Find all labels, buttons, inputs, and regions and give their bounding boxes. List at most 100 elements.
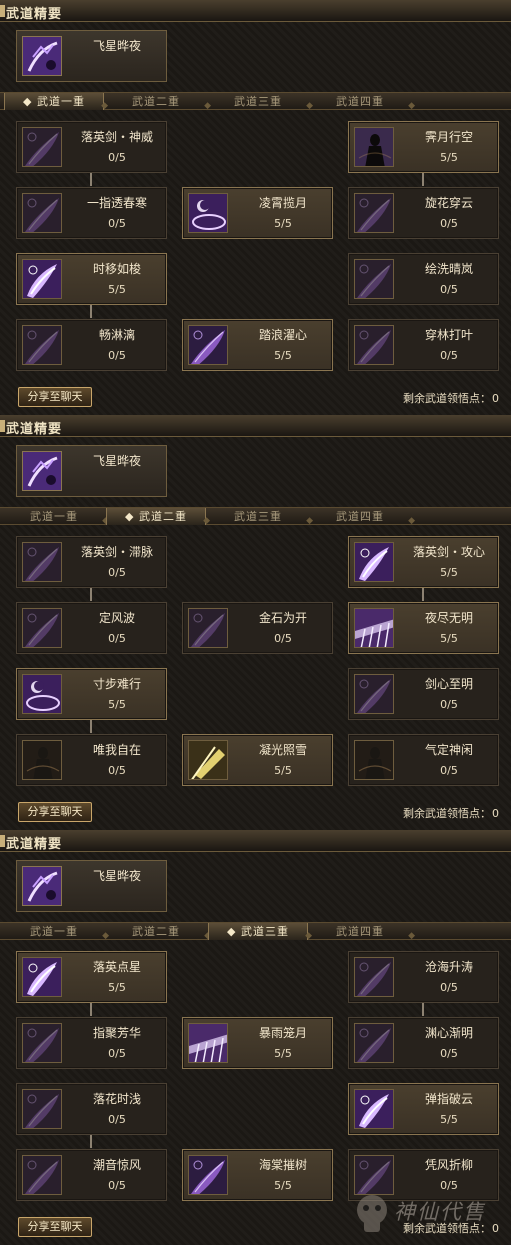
- tab-label: 武道一重: [36, 95, 85, 108]
- golden-light-icon: [188, 740, 228, 780]
- core-skill-card[interactable]: 飞星晔夜: [16, 30, 167, 82]
- skill-name: 凝光照雪: [258, 743, 307, 757]
- skill-card[interactable]: 穿林打叶 0/5: [348, 319, 499, 371]
- skill-level: 5/5: [108, 283, 126, 296]
- sword-slash-icon: [22, 127, 62, 167]
- skill-level: 0/5: [108, 1047, 126, 1060]
- skill-name: 落英点星: [92, 960, 141, 974]
- skill-card[interactable]: 时移如梭 5/5: [16, 253, 167, 305]
- skill-name: 踏浪濯心: [258, 328, 307, 342]
- skill-card[interactable]: 一指透春寒 0/5: [16, 187, 167, 239]
- watermark-logo: 神仙代售: [352, 1190, 502, 1240]
- skill-name: 潮音惊风: [92, 1158, 141, 1172]
- skill-card[interactable]: 落英剑・滞脉 0/5: [16, 536, 167, 588]
- sword-slash-icon: [188, 325, 228, 365]
- share-to-chat-button[interactable]: 分享至聊天: [18, 1217, 92, 1237]
- skill-card[interactable]: 旋花穿云 0/5: [348, 187, 499, 239]
- tab-tier-3[interactable]: ◆ 武道三重 ◆: [208, 923, 312, 941]
- tab-tier-2[interactable]: ◆ 武道二重 ◆: [106, 508, 210, 526]
- mascot-icon: [357, 1195, 387, 1232]
- section-header: 武道精要: [0, 0, 511, 22]
- sword-slash-icon: [22, 193, 62, 233]
- skill-card[interactable]: 落英剑・攻心 5/5: [348, 536, 499, 588]
- skill-name: 剑心至明: [424, 677, 473, 691]
- skill-name: 渊心渐明: [424, 1026, 473, 1040]
- section-header: 武道精要: [0, 415, 511, 437]
- skill-level: 5/5: [274, 349, 292, 362]
- skill-level: 0/5: [108, 632, 126, 645]
- skill-name: 落英剑・攻心: [412, 545, 485, 559]
- skill-card[interactable]: 剑心至明 0/5: [348, 668, 499, 720]
- skill-card[interactable]: 唯我自在 0/5: [16, 734, 167, 786]
- light-burst-icon: [188, 1023, 228, 1063]
- skill-card[interactable]: 落英剑・神威 0/5: [16, 121, 167, 173]
- tab-tier-4[interactable]: 武道四重 ◆: [310, 508, 415, 526]
- skill-card[interactable]: 绘洗晴岚 0/5: [348, 253, 499, 305]
- skill-card[interactable]: 弹指破云 5/5: [348, 1083, 499, 1135]
- skill-connector: [90, 588, 92, 601]
- skill-name: 定风波: [98, 611, 135, 625]
- skill-level: 5/5: [440, 566, 458, 579]
- skill-card[interactable]: 落英点星 5/5: [16, 951, 167, 1003]
- skill-connector: [90, 1135, 92, 1148]
- skill-card[interactable]: 霁月行空 5/5: [348, 121, 499, 173]
- dark-figure-icon: [22, 740, 62, 780]
- sword-slash-icon: [22, 1023, 62, 1063]
- core-skill-icon: [22, 866, 62, 906]
- core-skill-card[interactable]: 飞星晔夜: [16, 445, 167, 497]
- skill-name: 唯我自在: [92, 743, 141, 757]
- tab-tier-4[interactable]: 武道四重 ◆: [310, 923, 415, 941]
- skill-card[interactable]: 气定神闲 0/5: [348, 734, 499, 786]
- share-to-chat-button[interactable]: 分享至聊天: [18, 387, 92, 407]
- core-skill-name: 飞星晔夜: [92, 39, 141, 53]
- tab-tier-1[interactable]: 武道一重◆: [4, 923, 109, 941]
- sword-slash-icon: [22, 1089, 62, 1129]
- skill-card[interactable]: 渊心渐明 0/5: [348, 1017, 499, 1069]
- skill-card[interactable]: 潮音惊风 0/5: [16, 1149, 167, 1201]
- skill-card[interactable]: 畅淋漓 0/5: [16, 319, 167, 371]
- tab-tier-1[interactable]: 武道一重◆: [4, 508, 109, 526]
- tab-label: 武道三重: [234, 510, 282, 523]
- skill-card[interactable]: 落花时浅 0/5: [16, 1083, 167, 1135]
- tab-tier-3[interactable]: 武道三重 ◆: [208, 93, 313, 111]
- tab-tier-1[interactable]: ◆ 武道一重 ◆: [4, 93, 108, 111]
- tab-tier-2[interactable]: 武道二重◆: [106, 93, 211, 111]
- skill-name: 旋花穿云: [424, 196, 473, 210]
- skill-level: 0/5: [440, 981, 458, 994]
- tab-label: 武道二重: [132, 925, 180, 938]
- skill-card[interactable]: 暴雨笼月 5/5: [182, 1017, 333, 1069]
- tab-label: 武道二重: [132, 95, 180, 108]
- sword-slash-icon: [354, 325, 394, 365]
- skill-name: 一指透春寒: [86, 196, 147, 210]
- skill-card[interactable]: 海棠摧树 5/5: [182, 1149, 333, 1201]
- core-skill-icon: [22, 36, 62, 76]
- share-to-chat-button[interactable]: 分享至聊天: [18, 802, 92, 822]
- skill-card[interactable]: 沧海升涛 0/5: [348, 951, 499, 1003]
- skill-card[interactable]: 金石为开 0/5: [182, 602, 333, 654]
- tier-tab-bar: 武道一重◆◆ 武道二重◆武道三重◆ 武道四重 ◆: [0, 507, 511, 526]
- shadow-figure-icon: [354, 127, 394, 167]
- skill-card[interactable]: 寸步难行 5/5: [16, 668, 167, 720]
- skill-name: 沧海升涛: [424, 960, 473, 974]
- tab-tier-3[interactable]: 武道三重 ◆: [208, 508, 313, 526]
- skill-card[interactable]: 踏浪濯心 5/5: [182, 319, 333, 371]
- skill-card[interactable]: 定风波 0/5: [16, 602, 167, 654]
- skill-level: 5/5: [108, 698, 126, 711]
- header-marker: [0, 835, 5, 847]
- sword-slash-icon: [188, 608, 228, 648]
- tab-separator: ◆: [408, 516, 416, 526]
- skill-name: 时移如梭: [92, 262, 141, 276]
- skill-level: 5/5: [274, 764, 292, 777]
- skill-card[interactable]: 凝光照雪 5/5: [182, 734, 333, 786]
- sword-slash-icon: [22, 542, 62, 582]
- skill-level: 0/5: [440, 283, 458, 296]
- core-skill-card[interactable]: 飞星晔夜: [16, 860, 167, 912]
- skill-card[interactable]: 凌霄揽月 5/5: [182, 187, 333, 239]
- tab-tier-2[interactable]: 武道二重◆: [106, 923, 211, 941]
- tab-tier-4[interactable]: 武道四重 ◆: [310, 93, 415, 111]
- section-header: 武道精要: [0, 830, 511, 852]
- sword-slash-icon: [354, 193, 394, 233]
- skill-card[interactable]: 夜尽无明 5/5: [348, 602, 499, 654]
- sword-slash-icon: [354, 1023, 394, 1063]
- skill-card[interactable]: 指聚芳华 0/5: [16, 1017, 167, 1069]
